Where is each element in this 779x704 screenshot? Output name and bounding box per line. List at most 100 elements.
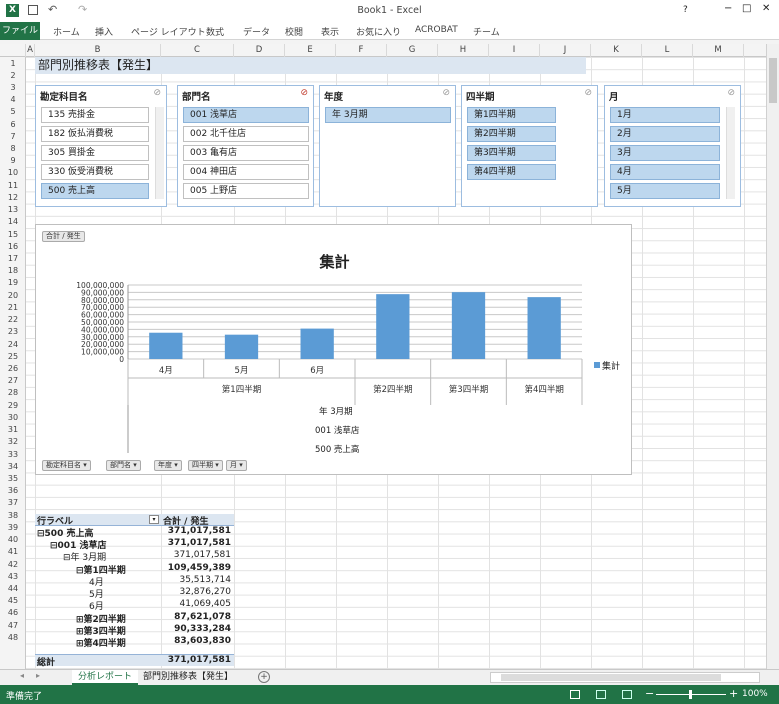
- row-header[interactable]: 42: [0, 560, 26, 569]
- slicer-item[interactable]: 003 亀有店: [183, 145, 309, 161]
- slicer-scrollbar[interactable]: [155, 107, 164, 199]
- normal-view-icon[interactable]: [570, 690, 580, 699]
- clear-filter-icon[interactable]: ⊘: [300, 88, 308, 98]
- slicer-item[interactable]: 305 買掛金: [41, 145, 149, 161]
- row-header[interactable]: 38: [0, 511, 26, 520]
- row-header[interactable]: 33: [0, 450, 26, 459]
- row-header[interactable]: 11: [0, 181, 26, 190]
- slicer-item[interactable]: 2月: [610, 126, 720, 142]
- pivot-chart[interactable]: 合計 / 発生 集計 100,000,000 90,000,000 80,000,0…: [35, 224, 632, 475]
- row-header[interactable]: 14: [0, 217, 26, 226]
- close-button[interactable]: ✕: [762, 3, 770, 14]
- row-header[interactable]: 34: [0, 462, 26, 471]
- zoom-out-icon[interactable]: −: [645, 687, 654, 700]
- row-header[interactable]: 17: [0, 254, 26, 263]
- tab-favorites[interactable]: お気に入り: [356, 25, 401, 38]
- column-header[interactable]: B: [35, 44, 161, 57]
- row-header[interactable]: 1: [0, 59, 26, 68]
- slicer-item[interactable]: 005 上野店: [183, 183, 309, 199]
- row-header[interactable]: 21: [0, 303, 26, 312]
- row-header[interactable]: 16: [0, 242, 26, 251]
- row-header[interactable]: 30: [0, 413, 26, 422]
- row-header[interactable]: 8: [0, 144, 26, 153]
- help-button[interactable]: ?: [683, 5, 688, 15]
- slicer-item[interactable]: 500 売上高: [41, 183, 149, 199]
- column-header[interactable]: L: [642, 44, 693, 57]
- row-header[interactable]: 13: [0, 205, 26, 214]
- tab-review[interactable]: 校閲: [285, 25, 303, 38]
- pivot-row-label[interactable]: 6月: [89, 599, 104, 612]
- row-header[interactable]: 20: [0, 291, 26, 300]
- tab-acrobat[interactable]: ACROBAT: [415, 25, 458, 35]
- filter-button-department[interactable]: 部門名 ▾: [106, 460, 141, 471]
- row-header[interactable]: 23: [0, 327, 26, 336]
- row-header[interactable]: 47: [0, 621, 26, 630]
- row-header[interactable]: 4: [0, 95, 26, 104]
- row-header[interactable]: 28: [0, 388, 26, 397]
- row-header[interactable]: 27: [0, 376, 26, 385]
- clear-filter-icon[interactable]: ⊘: [153, 88, 161, 98]
- column-header[interactable]: D: [234, 44, 285, 57]
- tab-page-layout[interactable]: ページ レイアウト: [131, 25, 206, 38]
- row-header[interactable]: 32: [0, 437, 26, 446]
- row-header[interactable]: 15: [0, 230, 26, 239]
- minimize-button[interactable]: −: [724, 3, 732, 14]
- slicer-item[interactable]: 135 売掛金: [41, 107, 149, 123]
- row-header[interactable]: 2: [0, 71, 26, 80]
- tab-insert[interactable]: 挿入: [95, 25, 113, 38]
- row-header[interactable]: 22: [0, 315, 26, 324]
- row-header[interactable]: 43: [0, 572, 26, 581]
- row-header[interactable]: 31: [0, 425, 26, 434]
- clear-filter-icon[interactable]: ⊘: [442, 88, 450, 98]
- slicer-item[interactable]: 182 仮払消費税: [41, 126, 149, 142]
- slicer-item[interactable]: 第3四半期: [467, 145, 556, 161]
- clear-filter-icon[interactable]: ⊘: [584, 88, 592, 98]
- column-header[interactable]: G: [387, 44, 438, 57]
- add-sheet-icon[interactable]: +: [258, 671, 270, 683]
- filter-button-month[interactable]: 月 ▾: [226, 460, 247, 471]
- column-header[interactable]: E: [285, 44, 336, 57]
- filter-button-quarter[interactable]: 四半期 ▾: [188, 460, 223, 471]
- row-header[interactable]: 29: [0, 401, 26, 410]
- prev-sheet-icon[interactable]: ◂: [20, 671, 24, 680]
- column-header[interactable]: H: [438, 44, 489, 57]
- slicer-item[interactable]: 001 浅草店: [183, 107, 309, 123]
- slicer-scrollbar[interactable]: [726, 107, 735, 199]
- column-header[interactable]: J: [540, 44, 591, 57]
- slicer-item[interactable]: 002 北千住店: [183, 126, 309, 142]
- scroll-thumb[interactable]: [501, 674, 721, 681]
- pivot-row-label[interactable]: 4月: [89, 575, 104, 588]
- filter-dropdown-icon[interactable]: ▾: [149, 515, 159, 524]
- row-header[interactable]: 37: [0, 498, 26, 507]
- vertical-scrollbar[interactable]: [766, 44, 779, 669]
- column-header[interactable]: C: [161, 44, 234, 57]
- zoom-level[interactable]: 100%: [742, 689, 768, 699]
- pivot-row-label[interactable]: ⊟年 3月期: [63, 550, 106, 563]
- tab-file[interactable]: ファイル: [0, 22, 40, 40]
- row-header[interactable]: 19: [0, 278, 26, 287]
- slicer-item[interactable]: 330 仮受消費税: [41, 164, 149, 180]
- page-layout-view-icon[interactable]: [596, 690, 606, 699]
- row-header[interactable]: 45: [0, 596, 26, 605]
- row-header[interactable]: 5: [0, 107, 26, 116]
- slicer-item[interactable]: 004 神田店: [183, 164, 309, 180]
- row-header[interactable]: 10: [0, 168, 26, 177]
- next-sheet-icon[interactable]: ▸: [36, 671, 40, 680]
- row-header[interactable]: 7: [0, 132, 26, 141]
- row-header[interactable]: 24: [0, 340, 26, 349]
- row-header[interactable]: 39: [0, 523, 26, 532]
- zoom-slider-thumb[interactable]: [689, 690, 692, 699]
- select-all-corner[interactable]: [0, 44, 26, 57]
- row-header[interactable]: 36: [0, 486, 26, 495]
- row-header[interactable]: 44: [0, 584, 26, 593]
- column-header[interactable]: M: [693, 44, 744, 57]
- pivot-row-label[interactable]: ⊞第2四半期: [76, 612, 126, 625]
- column-header[interactable]: I: [489, 44, 540, 57]
- slicer-item[interactable]: 第4四半期: [467, 164, 556, 180]
- slicer-item[interactable]: 3月: [610, 145, 720, 161]
- row-header[interactable]: 18: [0, 266, 26, 275]
- row-header[interactable]: 9: [0, 156, 26, 165]
- sheet-tab-department-trend[interactable]: 部門別推移表【発生】: [137, 670, 239, 685]
- pivot-row-label[interactable]: ⊟001 浅草店: [50, 538, 106, 551]
- row-header[interactable]: 48: [0, 633, 26, 642]
